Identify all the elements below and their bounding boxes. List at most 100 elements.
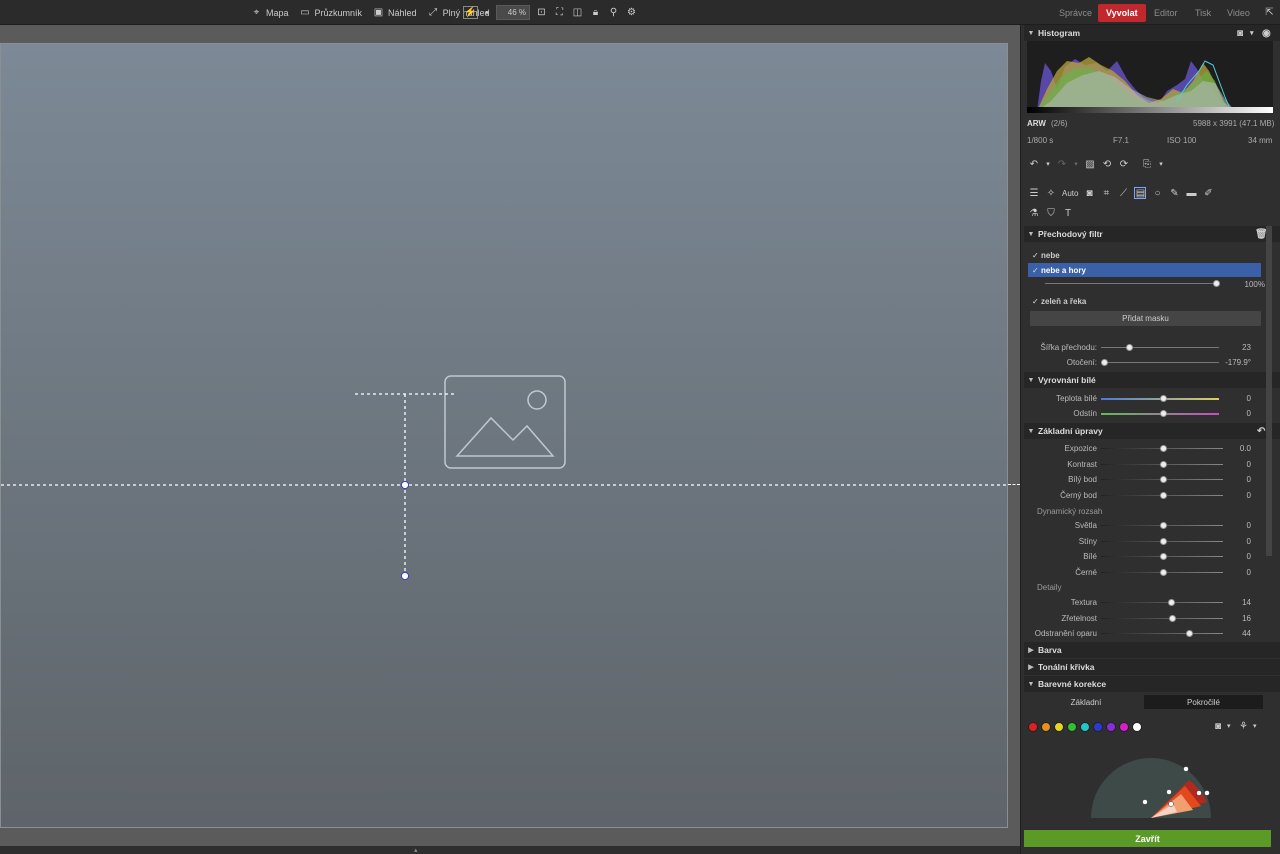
- photo-canvas[interactable]: [0, 43, 1008, 828]
- map-button[interactable]: ⌖ Mapa: [250, 6, 289, 19]
- basic-adjustments-header[interactable]: ▼ Základní úpravy ↶: [1024, 423, 1280, 439]
- zoom-field[interactable]: 46 %: [496, 5, 530, 20]
- close-button[interactable]: Zavřít: [1024, 830, 1271, 847]
- checkbox-checked-icon[interactable]: ✓: [1032, 297, 1041, 306]
- gradient-width-slider[interactable]: [1101, 347, 1219, 348]
- detail-slider-knob[interactable]: [1169, 614, 1177, 622]
- module-tab-develop[interactable]: Vyvolat: [1098, 4, 1146, 22]
- color-swatch[interactable]: [1054, 722, 1064, 732]
- sliders-icon[interactable]: ☰: [1028, 187, 1040, 199]
- auto-label[interactable]: Auto: [1062, 189, 1078, 198]
- camera-icon[interactable]: ◙: [1083, 187, 1095, 199]
- basic-slider-knob[interactable]: [1160, 491, 1167, 499]
- chevron-down-icon[interactable]: ▾: [1250, 29, 1254, 37]
- settings-icon[interactable]: ⚙: [625, 6, 638, 19]
- reset-icon[interactable]: ↶: [1257, 426, 1265, 437]
- basic-slider-knob[interactable]: [1160, 460, 1167, 468]
- color-swatch[interactable]: [1080, 722, 1090, 732]
- filmstrip-toggle-icon[interactable]: ▴: [414, 846, 418, 854]
- detail-slider-knob[interactable]: [1168, 599, 1176, 606]
- color-swatch[interactable]: [1106, 722, 1116, 732]
- rotate-left-icon[interactable]: ⟲: [1101, 158, 1113, 170]
- module-tab-manager[interactable]: Správce: [1059, 4, 1092, 22]
- target-icon[interactable]: ◉: [1262, 28, 1271, 39]
- lock-icon[interactable]: 🔒︎: [589, 6, 602, 19]
- crop-icon[interactable]: ⌗: [1100, 187, 1112, 199]
- undo-icon[interactable]: ↶: [1028, 158, 1040, 170]
- magic-wand-icon[interactable]: ✧: [1045, 187, 1057, 199]
- checkbox-checked-icon[interactable]: ✓: [1032, 266, 1041, 275]
- checkbox-checked-icon[interactable]: ✓: [1032, 251, 1041, 260]
- panel-scrollbar[interactable]: [1266, 226, 1272, 556]
- external-window-icon[interactable]: ⇱: [1263, 6, 1276, 19]
- detail-slider-track[interactable]: [1101, 633, 1223, 634]
- rotation-knob[interactable]: [1101, 359, 1108, 366]
- pen-icon[interactable]: ✐: [1202, 187, 1214, 199]
- dynamic-slider-knob[interactable]: [1160, 537, 1167, 545]
- gradient-width-knob[interactable]: [1126, 344, 1133, 351]
- chevron-down-icon[interactable]: ▾: [1045, 158, 1051, 170]
- user-icon[interactable]: ⚲: [607, 6, 620, 19]
- add-mask-button[interactable]: Přidat masku: [1030, 311, 1261, 326]
- mask-item[interactable]: ✓ zeleň a řeka: [1032, 297, 1086, 306]
- white-balance-header[interactable]: ▼ Vyrovnání bílé: [1024, 372, 1280, 388]
- color-swatch[interactable]: [1119, 722, 1129, 732]
- detail-slider-track[interactable]: [1101, 617, 1223, 619]
- module-tab-editor[interactable]: Editor: [1154, 4, 1178, 22]
- color-swatch[interactable]: [1093, 722, 1103, 732]
- opacity-slider-knob[interactable]: [1213, 280, 1220, 287]
- color-swatch[interactable]: [1041, 722, 1051, 732]
- gradient-filter-header[interactable]: ▼ Přechodový filtr 🗑︎: [1024, 226, 1280, 242]
- mask-item[interactable]: ✓ nebe: [1032, 251, 1060, 260]
- tab-basic[interactable]: Základní: [1030, 695, 1142, 709]
- wb-tint-knob[interactable]: [1160, 410, 1167, 417]
- camera-icon[interactable]: ◙: [1237, 28, 1243, 39]
- image-viewer[interactable]: [0, 25, 1020, 846]
- dynamic-slider-knob[interactable]: [1160, 568, 1167, 576]
- color-wheel[interactable]: [1081, 740, 1221, 820]
- dropper-icon[interactable]: ⚗: [1028, 207, 1040, 219]
- chevron-down-icon[interactable]: ▾: [1253, 722, 1257, 730]
- fit-icon[interactable]: ⊡: [535, 6, 548, 19]
- rotation-slider[interactable]: [1101, 362, 1219, 363]
- rotate-right-icon[interactable]: ⟳: [1118, 158, 1130, 170]
- chevron-down-icon[interactable]: ▾: [1158, 158, 1164, 170]
- mask-item[interactable]: ✓ nebe a hory: [1032, 266, 1086, 275]
- color-section-header[interactable]: ▶ Barva: [1024, 642, 1280, 658]
- wb-temperature-knob[interactable]: [1160, 395, 1167, 402]
- copy-settings-icon[interactable]: ⎘: [1141, 158, 1153, 170]
- chevron-down-icon[interactable]: ▾: [483, 6, 491, 19]
- histogram-header[interactable]: ▼ Histogram ◙ ▾ ◉: [1024, 25, 1280, 41]
- radial-filter-icon[interactable]: ○: [1151, 187, 1163, 199]
- dropper-icon[interactable]: ⚘: [1239, 721, 1248, 732]
- eraser-icon[interactable]: ▬: [1185, 187, 1197, 199]
- preview-button[interactable]: ▣ Náhled: [372, 6, 417, 19]
- text-icon[interactable]: T: [1062, 207, 1074, 219]
- shield-icon[interactable]: ⛉: [1045, 207, 1057, 219]
- image-compare-icon[interactable]: ▨: [1084, 158, 1096, 170]
- color-swatch[interactable]: [1132, 722, 1142, 732]
- brush-icon[interactable]: ✎: [1168, 187, 1180, 199]
- module-tab-video[interactable]: Video: [1227, 4, 1250, 22]
- detail-slider-knob[interactable]: [1185, 630, 1193, 637]
- tab-advanced[interactable]: Pokročilé: [1144, 695, 1263, 709]
- browser-button[interactable]: ▭ Průzkumník: [299, 6, 362, 19]
- camera-icon[interactable]: ◙: [1215, 721, 1221, 732]
- gradient-filter-icon[interactable]: ▤: [1134, 187, 1147, 199]
- opacity-slider[interactable]: [1045, 283, 1217, 284]
- chevron-down-icon[interactable]: ▾: [1073, 158, 1079, 170]
- tone-curve-header[interactable]: ▶ Tonální křivka: [1024, 659, 1280, 675]
- dynamic-slider-knob[interactable]: [1160, 553, 1167, 560]
- flash-icon[interactable]: ⚡: [463, 6, 478, 19]
- basic-slider-knob[interactable]: [1160, 476, 1167, 483]
- color-correction-header[interactable]: ▼ Barevné korekce: [1024, 676, 1280, 692]
- dynamic-slider-knob[interactable]: [1160, 522, 1167, 529]
- color-swatch[interactable]: [1028, 722, 1038, 732]
- detail-slider-track[interactable]: [1101, 602, 1223, 603]
- fill-icon[interactable]: ⛶: [553, 6, 566, 19]
- compare-icon[interactable]: ◫: [571, 6, 584, 19]
- module-tab-print[interactable]: Tisk: [1195, 4, 1211, 22]
- redo-icon[interactable]: ↷: [1056, 158, 1068, 170]
- chevron-down-icon[interactable]: ▾: [1227, 722, 1231, 730]
- color-swatch[interactable]: [1067, 722, 1077, 732]
